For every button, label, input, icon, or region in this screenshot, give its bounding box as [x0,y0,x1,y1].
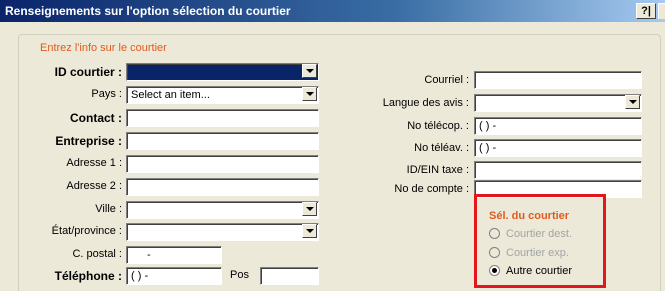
radio-label: Autre courtier [506,265,573,277]
langue-label: Langue des avis : [382,97,469,109]
radio-courtier-exp[interactable]: Courtier exp. [489,247,569,259]
radio-button-icon [489,247,500,258]
teleav-field[interactable]: ( ) - [474,139,642,157]
id-ein-label: ID/EIN taxe : [406,164,469,176]
courier-selection-caption: Sél. du courtier [489,210,570,222]
telephone-label: Téléphone : [54,269,122,283]
telephone-field[interactable]: ( ) - [126,267,222,285]
etat-label: État/province : [51,225,122,237]
radio-label: Courtier exp. [506,247,569,259]
id-ein-field[interactable] [474,161,642,179]
contact-field[interactable] [126,109,319,127]
entreprise-label: Entreprise : [55,134,122,148]
telecop-field[interactable]: ( ) - [474,117,642,135]
poste-label: Pos [230,269,249,281]
langue-combo[interactable] [474,94,642,112]
poste-field[interactable] [260,267,319,285]
radio-button-icon [489,228,500,239]
code-postal-label: C. postal : [72,248,122,260]
teleav-label: No téléav. : [414,142,469,154]
contact-label: Contact : [70,111,122,125]
adresse2-label: Adresse 2 : [66,180,122,192]
title-bar: Renseignements sur l'option sélection du… [0,0,665,22]
adresse1-label: Adresse 1 : [66,157,122,169]
etat-combo[interactable] [126,223,319,241]
entreprise-field[interactable] [126,132,319,150]
ville-combo[interactable] [126,201,319,219]
close-button-partial[interactable] [658,3,665,19]
pays-combo[interactable]: Select an item... [126,86,319,104]
langue-dropdown-button[interactable] [625,95,640,109]
id-courtier-combo[interactable] [126,63,319,81]
help-button[interactable]: ?| [636,3,656,19]
etat-dropdown-button[interactable] [302,224,317,238]
pays-dropdown-button[interactable] [302,87,317,101]
adresse2-field[interactable] [126,178,319,196]
radio-autre-courtier[interactable]: Autre courtier [489,265,572,277]
group-caption: Entrez l'info sur le courtier [38,42,169,54]
ville-dropdown-button[interactable] [302,202,317,216]
telecop-label: No télécop. : [407,120,469,132]
courriel-label: Courriel : [424,74,469,86]
window-title: Renseignements sur l'option sélection du… [5,4,291,18]
courriel-field[interactable] [474,71,642,89]
id-courtier-label: ID courtier : [54,65,122,79]
pays-label: Pays : [91,88,122,100]
adresse1-field[interactable] [126,155,319,173]
compte-label: No de compte : [394,183,469,195]
ville-label: Ville : [95,203,122,215]
radio-button-selected-icon [489,265,500,276]
code-postal-field[interactable]: - [126,246,222,264]
radio-label: Courtier dest. [506,228,573,240]
id-courtier-dropdown-button[interactable] [302,64,317,78]
radio-courtier-dest[interactable]: Courtier dest. [489,228,572,240]
